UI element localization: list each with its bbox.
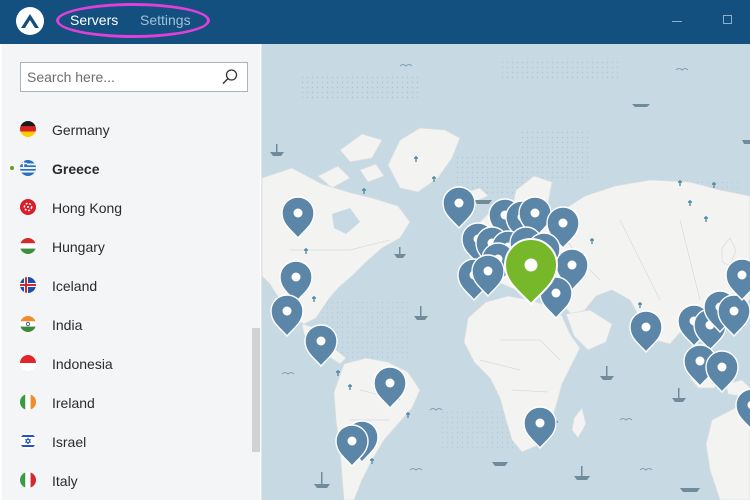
scrollbar-thumb[interactable] — [252, 328, 260, 452]
hong-kong-flag-icon — [20, 199, 36, 215]
india-flag-icon — [20, 316, 36, 332]
country-panel: Germany Greece Hong Kong Hungary — [2, 44, 260, 500]
indonesia-flag-icon — [20, 355, 36, 371]
israel-flag-icon — [20, 433, 36, 449]
list-item-israel[interactable]: Israel — [2, 422, 252, 460]
maximize-button[interactable] — [723, 15, 732, 24]
country-label: Italy — [52, 473, 78, 489]
world-map-graphic — [262, 44, 750, 500]
list-item-india[interactable]: India — [2, 305, 252, 343]
country-label: Indonesia — [52, 356, 113, 372]
list-item-indonesia[interactable]: Indonesia — [2, 344, 252, 382]
highlight-annotation — [56, 3, 210, 38]
germany-flag-icon — [20, 121, 36, 137]
list-item-italy[interactable]: Italy — [2, 461, 252, 499]
italy-flag-icon — [20, 472, 36, 488]
country-label: India — [52, 317, 83, 333]
country-label: Ireland — [52, 395, 95, 411]
greece-flag-icon — [20, 160, 36, 176]
list-item-ireland[interactable]: Ireland — [2, 383, 252, 421]
country-label: Greece — [52, 161, 100, 177]
iceland-flag-icon — [20, 277, 36, 293]
search-input[interactable] — [27, 68, 217, 86]
list-item-germany[interactable]: Germany — [2, 110, 252, 148]
country-label: Iceland — [52, 278, 98, 294]
list-item-greece[interactable]: Greece — [2, 149, 252, 187]
list-item-hungary[interactable]: Hungary — [2, 227, 252, 265]
sidebar: Germany Greece Hong Kong Hungary — [0, 44, 262, 500]
hungary-flag-icon — [20, 238, 36, 254]
title-bar: Servers Settings — [0, 0, 750, 44]
ireland-flag-icon — [20, 394, 36, 410]
minimize-button[interactable] — [672, 21, 682, 22]
world-map[interactable] — [262, 44, 750, 500]
country-label: Germany — [52, 122, 110, 138]
nordvpn-logo-icon — [16, 7, 44, 35]
search-box[interactable] — [20, 62, 248, 92]
country-label: Israel — [52, 434, 87, 450]
list-item-iceland[interactable]: Iceland — [2, 266, 252, 304]
country-label: Hong Kong — [52, 200, 123, 216]
connected-indicator — [10, 166, 14, 170]
search-icon[interactable] — [221, 68, 239, 91]
list-item-hong-kong[interactable]: Hong Kong — [2, 188, 252, 226]
country-label: Hungary — [52, 239, 105, 255]
